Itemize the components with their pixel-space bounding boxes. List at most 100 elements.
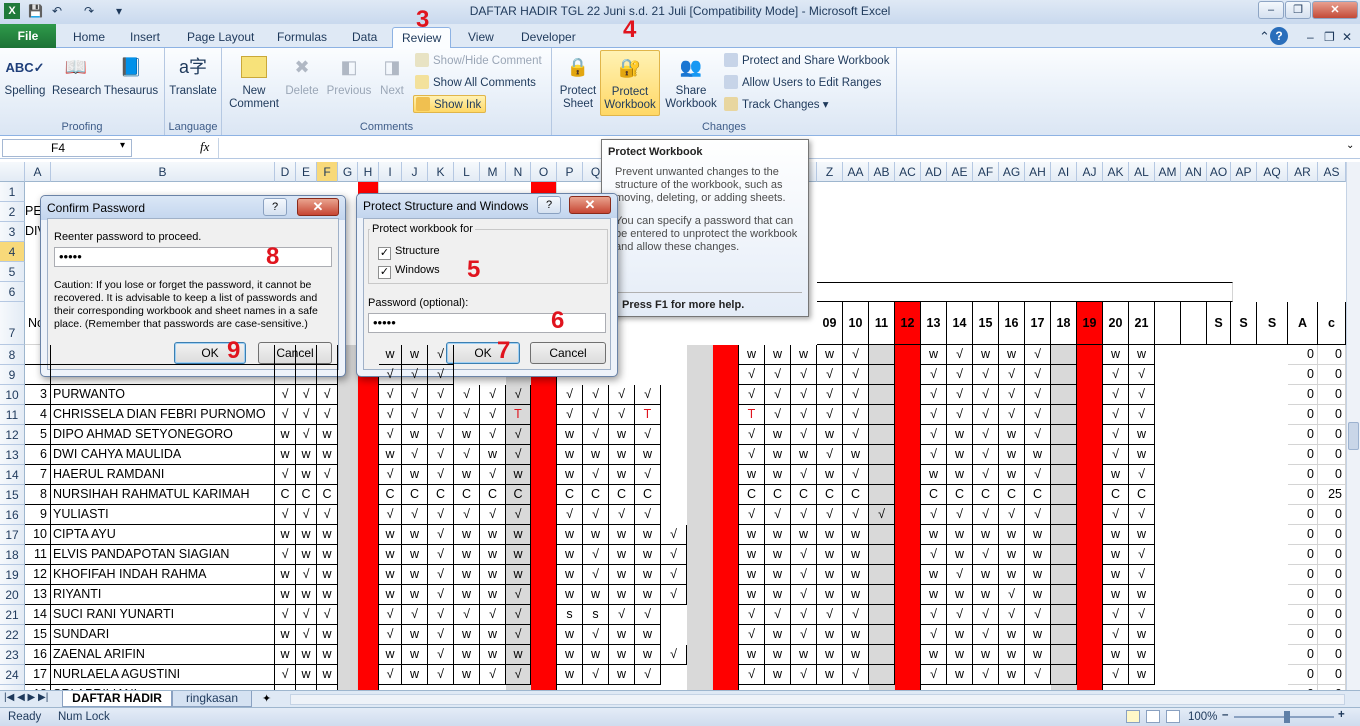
attendance-cell[interactable]: √ [1025,345,1051,365]
row-header-2[interactable]: 2 [0,202,25,222]
attendance-cell[interactable]: √ [454,505,480,525]
column-header-d[interactable]: D [275,162,296,182]
attendance-cell[interactable]: w [402,525,428,545]
attendance-cell[interactable]: √ [921,665,947,685]
attendance-cell[interactable]: √ [635,605,661,625]
attendance-cell[interactable]: w [317,545,338,565]
attendance-cell[interactable]: √ [947,345,973,365]
horizontal-scrollbar[interactable] [290,694,1345,705]
attendance-cell[interactable]: w [402,545,428,565]
attendance-cell[interactable]: C [583,485,609,505]
total-as[interactable]: 25 [1318,485,1346,505]
attendance-cell[interactable]: w [454,525,480,545]
attendance-cell[interactable]: w [739,565,765,585]
attendance-cell[interactable]: w [921,345,947,365]
attendance-cell[interactable]: √ [1103,665,1129,685]
attendance-cell[interactable]: w [765,425,791,445]
attendance-cell[interactable]: √ [947,505,973,525]
help-icon[interactable]: ? [1270,27,1288,45]
attendance-cell[interactable]: √ [275,505,296,525]
total-as[interactable]: 0 [1318,385,1346,405]
attendance-cell[interactable]: √ [1025,465,1051,485]
attendance-cell[interactable]: √ [480,465,506,485]
attendance-cell[interactable] [1051,505,1077,525]
confirm-help-button[interactable]: ? [263,198,287,216]
attendance-cell[interactable]: √ [635,665,661,685]
column-header-ai[interactable]: AI [1051,162,1077,182]
attendance-cell[interactable]: √ [843,405,869,425]
column-header-aj[interactable]: AJ [1077,162,1103,182]
attendance-cell[interactable]: w [275,565,296,585]
attendance-cell[interactable] [296,345,317,365]
attendance-cell[interactable]: w [317,565,338,585]
attendance-cell[interactable]: w [402,625,428,645]
tab-formulas[interactable]: Formulas [268,27,336,48]
attendance-cell[interactable]: w [317,645,338,665]
row-header-13[interactable]: 13 [0,445,25,465]
attendance-cell[interactable]: √ [739,365,765,385]
attendance-cell[interactable]: √ [1129,385,1155,405]
employee-name[interactable]: SUNDARI [51,625,275,645]
total-as[interactable]: 0 [1318,645,1346,665]
attendance-cell[interactable]: √ [1103,605,1129,625]
attendance-cell[interactable]: √ [791,565,817,585]
attendance-cell[interactable]: √ [999,585,1025,605]
attendance-cell[interactable]: w [480,645,506,665]
attendance-cell[interactable]: w [765,525,791,545]
attendance-cell[interactable]: √ [921,385,947,405]
column-header-f[interactable]: F [317,162,338,182]
total-as[interactable]: 0 [1318,365,1346,385]
attendance-cell[interactable] [275,365,296,385]
column-header-o[interactable]: O [531,162,557,182]
attendance-cell[interactable]: C [506,485,531,505]
column-header-ar[interactable]: AR [1288,162,1318,182]
row-header-7[interactable]: 7 [0,302,25,345]
attendance-cell[interactable]: √ [947,405,973,425]
attendance-cell[interactable]: √ [973,605,999,625]
attendance-cell[interactable]: w [296,665,317,685]
column-header-ap[interactable]: AP [1231,162,1257,182]
column-header-l[interactable]: L [454,162,480,182]
attendance-cell[interactable]: w [635,585,661,605]
total-ar[interactable]: 0 [1288,425,1318,445]
attendance-cell[interactable]: √ [739,385,765,405]
close-window-button[interactable]: ✕ [1312,1,1358,19]
attendance-cell[interactable]: √ [921,505,947,525]
attendance-cell[interactable]: √ [791,665,817,685]
attendance-cell[interactable]: C [275,485,296,505]
attendance-cell[interactable]: w [739,545,765,565]
attendance-cell[interactable]: √ [791,425,817,445]
attendance-cell[interactable]: w [1129,525,1155,545]
attendance-cell[interactable]: √ [506,505,531,525]
row-no[interactable]: 12 [25,565,51,585]
attendance-cell[interactable]: w [557,465,583,485]
row-no[interactable]: 10 [25,525,51,545]
attendance-cell[interactable]: w [609,525,635,545]
attendance-cell[interactable]: w [921,525,947,545]
attendance-cell[interactable]: w [843,625,869,645]
attendance-cell[interactable]: w [1103,545,1129,565]
attendance-cell[interactable]: w [379,565,402,585]
total-ar[interactable]: 0 [1288,505,1318,525]
attendance-cell[interactable] [1051,565,1077,585]
attendance-cell[interactable]: √ [506,585,531,605]
column-header-j[interactable]: J [402,162,428,182]
attendance-cell[interactable]: √ [791,585,817,605]
attendance-cell[interactable]: √ [1129,365,1155,385]
attendance-cell[interactable]: √ [379,465,402,485]
attendance-cell[interactable]: √ [791,625,817,645]
attendance-cell[interactable]: √ [791,385,817,405]
attendance-cell[interactable] [296,685,317,690]
attendance-cell[interactable] [869,525,895,545]
attendance-cell[interactable]: w [583,445,609,465]
attendance-cell[interactable]: √ [275,465,296,485]
attendance-cell[interactable]: √ [947,565,973,585]
attendance-cell[interactable]: w [275,445,296,465]
attendance-cell[interactable]: √ [428,445,454,465]
attendance-cell[interactable]: √ [947,365,973,385]
total-as[interactable]: 0 [1318,505,1346,525]
attendance-cell[interactable]: √ [1103,445,1129,465]
employee-name[interactable]: SRI APRILIANI [51,685,275,690]
protect-workbook-button[interactable]: 🔐 Protect Workbook [600,50,660,116]
row-header-11[interactable]: 11 [0,405,25,425]
